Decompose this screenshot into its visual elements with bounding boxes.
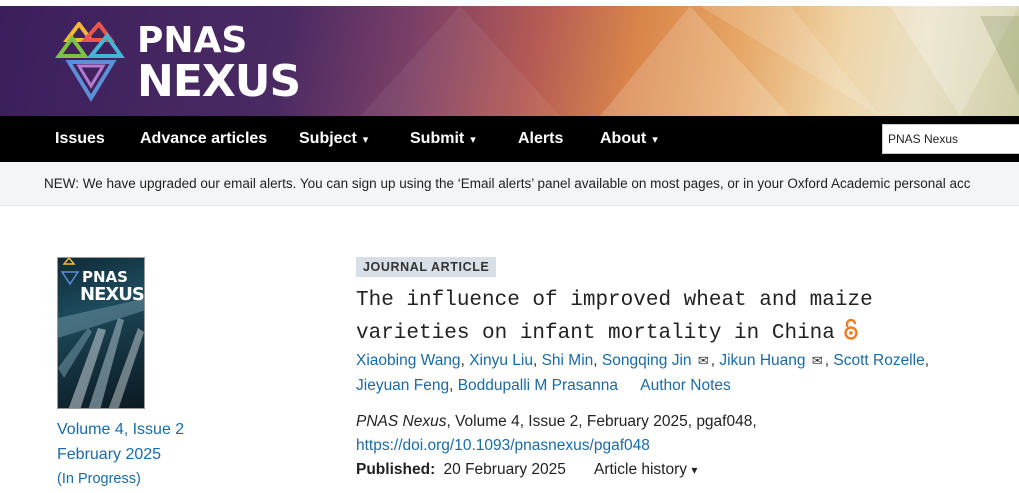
author-link[interactable]: Xinyu Liu [469, 352, 533, 369]
nav-advance-articles[interactable]: Advance articles [140, 116, 267, 162]
author-notes-link[interactable]: Author Notes [640, 377, 730, 394]
nav-alerts-label: Alerts [518, 130, 564, 147]
article-title-line2: varieties on infant mortality in China [356, 322, 835, 345]
issue-cover-image[interactable]: PNAS NEXUS [57, 257, 145, 409]
author-link[interactable]: Shi Min [542, 352, 594, 369]
nav-submit[interactable]: Submit ▾ [410, 116, 476, 162]
nav-advance-articles-label: Advance articles [140, 130, 268, 147]
author-line-1: Xiaobing Wang, Xinyu Liu, Shi Min, Songq… [356, 352, 930, 369]
notice-banner: NEW: We have upgraded our email alerts. … [0, 162, 1019, 206]
pnas-nexus-logo[interactable]: PNAS NEXUS [55, 20, 301, 108]
author-list: Xiaobing Wang, Xinyu Liu, Shi Min, Songq… [356, 348, 976, 398]
published-date: 20 February 2025 [443, 461, 566, 478]
published-label: Published: [356, 461, 436, 478]
author-link[interactable]: Jieyuan Feng [356, 377, 449, 394]
issue-date-link[interactable]: February 2025 [57, 446, 161, 464]
cover-title-nexus: NEXUS [80, 284, 144, 305]
nav-alerts[interactable]: Alerts [518, 116, 563, 162]
article-title-line2-wrap: varieties on infant mortality in China [356, 317, 916, 350]
nav-subject[interactable]: Subject ▾ [299, 116, 368, 162]
chevron-down-icon: ▾ [470, 134, 476, 146]
nav-subject-label: Subject [299, 130, 357, 147]
issue-status-link[interactable]: (In Progress) [57, 471, 141, 487]
article-title: The influence of improved wheat and maiz… [356, 284, 916, 350]
published-info: Published: 20 February 2025 [356, 461, 566, 479]
site-banner: PNAS NEXUS [0, 6, 1019, 116]
citation-line: PNAS Nexus, Volume 4, Issue 2, February … [356, 410, 757, 434]
author-link[interactable]: Xiaobing Wang [356, 352, 461, 369]
author-line-2: Jieyuan Feng, Boddupalli M Prasanna Auth… [356, 377, 731, 394]
search-scope-select[interactable]: PNAS Nexus [882, 124, 1019, 154]
author-link[interactable]: Jikun Huang [719, 352, 805, 369]
open-access-icon [844, 318, 858, 340]
nav-submit-label: Submit [410, 130, 465, 147]
author-link[interactable]: Boddupalli M Prasanna [458, 377, 618, 394]
article-title-line1: The influence of improved wheat and maiz… [356, 289, 873, 312]
nav-issues[interactable]: Issues [55, 116, 105, 162]
article-history-toggle[interactable]: Article history ▾ [594, 461, 697, 479]
email-icon[interactable]: ✉ [698, 353, 709, 368]
chevron-down-icon: ▾ [691, 463, 698, 477]
logo-text-nexus: NEXUS [137, 56, 301, 107]
article-history-label: Article history [594, 461, 688, 478]
chevron-down-icon: ▾ [652, 134, 658, 146]
citation-details: , Volume 4, Issue 2, February 2025, pgaf… [446, 413, 757, 430]
doi-link[interactable]: https://doi.org/10.1093/pnasnexus/pgaf04… [356, 434, 757, 458]
main-nav: Issues Advance articles Subject ▾ Submit ▾… [0, 116, 1019, 162]
nav-about-label: About [600, 130, 647, 147]
author-link[interactable]: Songqing Jin [602, 352, 692, 369]
logo-mark-icon [55, 22, 125, 102]
logo-text-pnas: PNAS [137, 20, 248, 61]
issue-volume-link[interactable]: Volume 4, Issue 2 [57, 421, 184, 439]
citation-block: PNAS Nexus, Volume 4, Issue 2, February … [356, 410, 757, 458]
nav-issues-label: Issues [55, 130, 105, 147]
article-type-badge: JOURNAL ARTICLE [356, 257, 497, 277]
email-icon[interactable]: ✉ [812, 353, 823, 368]
journal-name: PNAS Nexus [356, 413, 447, 430]
author-link[interactable]: Scott Rozelle [833, 352, 924, 369]
chevron-down-icon: ▾ [362, 134, 369, 146]
nav-about[interactable]: About ▾ [600, 116, 658, 162]
